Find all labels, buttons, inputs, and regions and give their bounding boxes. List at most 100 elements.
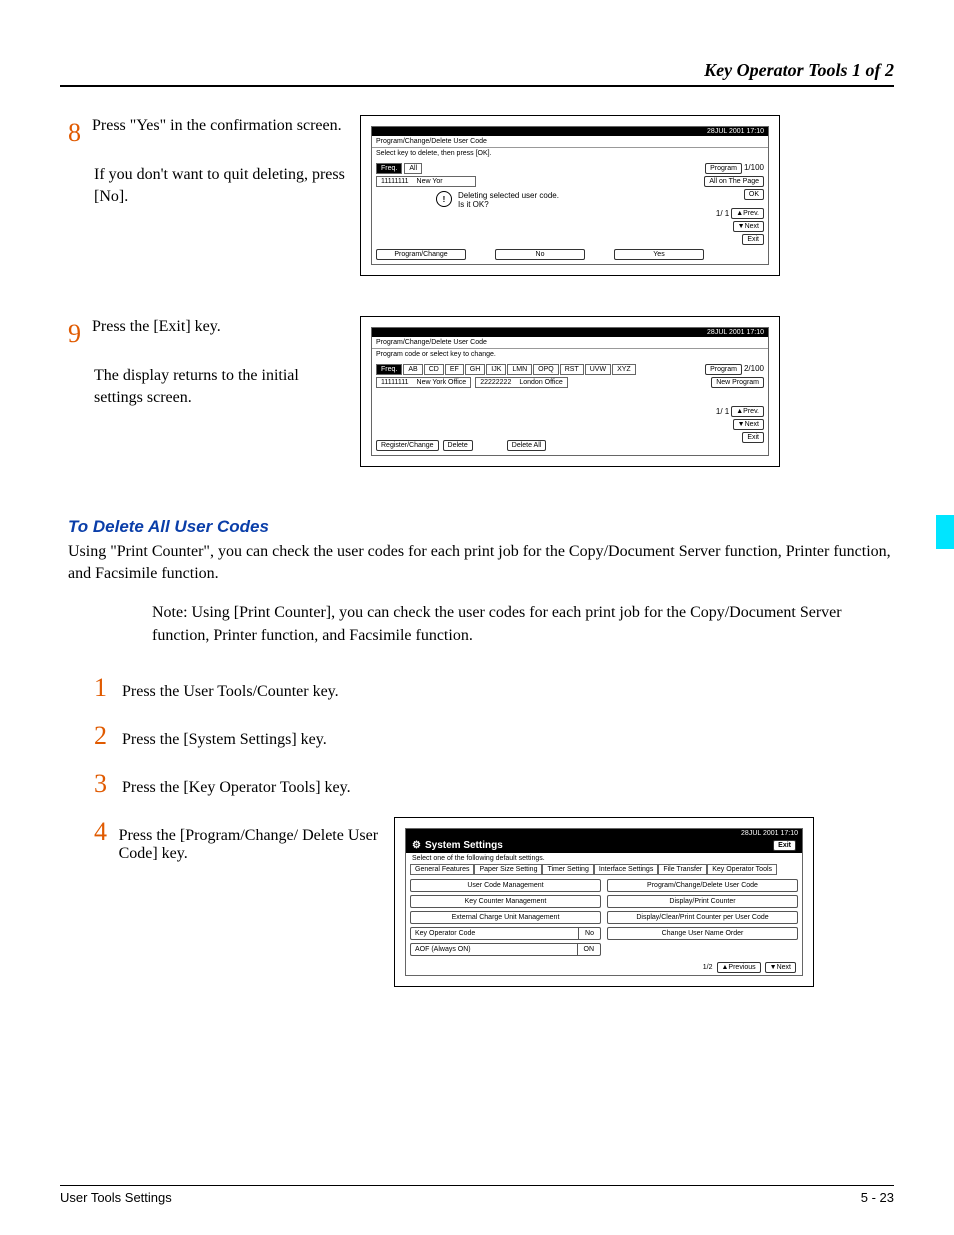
step-number: 2 (94, 721, 114, 751)
delete-all-button[interactable]: Delete All (507, 440, 547, 451)
user-code-mgmt-button[interactable]: User Code Management (410, 879, 601, 892)
step-3: 3 Press the [Key Operator Tools] key. (94, 769, 894, 799)
tab-paper[interactable]: Paper Size Setting (474, 864, 542, 875)
tab-freq[interactable]: Freq. (376, 364, 402, 375)
step-number: 1 (94, 673, 114, 703)
info-icon: ! (436, 191, 452, 207)
prev-button[interactable]: ▲Prev. (731, 208, 764, 219)
tab-xyz[interactable]: XYZ (612, 364, 636, 375)
tab-rst[interactable]: RST (560, 364, 584, 375)
change-user-name-order-button[interactable]: Change User Name Order (607, 927, 798, 940)
tab-lmn[interactable]: LMN (507, 364, 532, 375)
ui-timestamp: 28JUL 2001 17:10 (707, 128, 764, 135)
window-title: System Settings (425, 840, 503, 851)
prog-change-delete-button[interactable]: Program/Change/Delete User Code (607, 879, 798, 892)
list-item[interactable]: 22222222London Office (475, 377, 568, 388)
ui-timestamp: 28JUL 2001 17:10 (707, 329, 764, 336)
tab-interface[interactable]: Interface Settings (594, 864, 658, 875)
section-note: Note: Using [Print Counter], you can che… (152, 602, 854, 647)
aof-button[interactable]: AOF (Always ON) (410, 943, 578, 956)
step-text: Press "Yes" in the confirmation screen. (92, 117, 342, 134)
step-text: Press the [Program/Change/ Delete User C… (111, 827, 394, 863)
step-number: 4 (94, 817, 111, 847)
key-counter-mgmt-button[interactable]: Key Counter Management (410, 895, 601, 908)
display-clear-print-button[interactable]: Display/Clear/Print Counter per User Cod… (607, 911, 798, 924)
confirm-msg-1: Deleting selected user code. (458, 191, 559, 200)
screenshot-step-8: 28JUL 2001 17:10 Program/Change/Delete U… (360, 115, 780, 276)
ui-timestamp: 28JUL 2001 17:10 (741, 830, 798, 837)
step-number: 3 (94, 769, 114, 799)
step-text: Press the [System Settings] key. (114, 731, 327, 749)
ui-subcaption: Program code or select key to change. (372, 348, 768, 360)
row-code: 11111111 (381, 178, 409, 185)
exit-button[interactable]: Exit (773, 840, 796, 851)
step-text: Press the [Exit] key. (92, 318, 221, 335)
exit-button[interactable]: Exit (742, 234, 764, 245)
step-2: 2 Press the [System Settings] key. (94, 721, 894, 751)
tab-ijk[interactable]: IJK (486, 364, 506, 375)
next-button[interactable]: ▼Next (733, 221, 764, 232)
page-header: Key Operator Tools 1 of 2 (60, 60, 894, 87)
section-paragraph: Using "Print Counter", you can check the… (68, 541, 894, 584)
tab-cd[interactable]: CD (424, 364, 444, 375)
tab-filetransfer[interactable]: File Transfer (658, 864, 707, 875)
tab-ef[interactable]: EF (445, 364, 464, 375)
program-label: Program (705, 364, 742, 375)
page-indicator: 1/100 (744, 163, 764, 174)
step-number: 9 (68, 316, 88, 351)
tab-all[interactable]: All (404, 163, 422, 174)
next-button[interactable]: ▼Next (765, 962, 796, 973)
all-on-page-button[interactable]: All on The Page (704, 176, 764, 187)
ext-charge-mgmt-button[interactable]: External Charge Unit Management (410, 911, 601, 924)
step-subtext: If you don't want to quit deleting, pres… (94, 164, 350, 207)
program-label: Program (705, 163, 742, 174)
tab-general[interactable]: General Features (410, 864, 474, 875)
list-item[interactable]: 11111111New York Office (376, 377, 471, 388)
step-8: 8 Press "Yes" in the confirmation screen… (60, 115, 894, 276)
page-1-1: 1/ 1 (716, 209, 729, 218)
tab-freq[interactable]: Freq. (376, 163, 402, 174)
ui-caption: Program/Change/Delete User Code (372, 337, 768, 348)
no-button[interactable]: No (495, 249, 585, 260)
page-content: Key Operator Tools 1 of 2 8 Press "Yes" … (0, 0, 954, 1235)
tab-timer[interactable]: Timer Setting (542, 864, 593, 875)
display-print-counter-button[interactable]: Display/Print Counter (607, 895, 798, 908)
footer-right: 5 - 23 (861, 1190, 894, 1205)
tab-opq[interactable]: OPQ (533, 364, 559, 375)
step-4: 4 Press the [Program/Change/ Delete User… (94, 817, 894, 987)
prev-button[interactable]: ▲Previous (717, 962, 761, 973)
screenshot-step-9: 28JUL 2001 17:10 Program/Change/Delete U… (360, 316, 780, 467)
exit-button[interactable]: Exit (742, 432, 764, 443)
step-number: 8 (68, 115, 88, 150)
step-text: Press the User Tools/Counter key. (114, 683, 339, 701)
prev-button[interactable]: ▲Prev. (731, 406, 764, 417)
page-indicator: 1/2 (703, 964, 713, 971)
tab-gh[interactable]: GH (465, 364, 486, 375)
key-operator-code-button[interactable]: Key Operator Code (410, 927, 579, 940)
program-change-button[interactable]: Program/Change (376, 249, 466, 260)
yes-button[interactable]: Yes (614, 249, 704, 260)
ui-subcaption: Select key to delete, then press [OK]. (372, 147, 768, 159)
page-1-1: 1/ 1 (716, 407, 729, 416)
tab-ab[interactable]: AB (403, 364, 422, 375)
aof-value: ON (578, 943, 602, 956)
confirm-msg-2: Is it OK? (458, 200, 559, 209)
settings-icon: ⚙ (412, 840, 421, 851)
page-footer: User Tools Settings 5 - 23 (60, 1185, 894, 1205)
key-operator-code-value: No (579, 927, 601, 940)
step-subtext: The display returns to the initial setti… (94, 365, 350, 408)
tab-uvw[interactable]: UVW (585, 364, 611, 375)
section-heading: To Delete All User Codes (60, 517, 894, 537)
ui-caption: Program/Change/Delete User Code (372, 136, 768, 147)
next-button[interactable]: ▼Next (733, 419, 764, 430)
tab-keyoperator[interactable]: Key Operator Tools (707, 864, 777, 875)
delete-button[interactable]: Delete (443, 440, 473, 451)
step-1: 1 Press the User Tools/Counter key. (94, 673, 894, 703)
register-change-button[interactable]: Register/Change (376, 440, 439, 451)
ok-button[interactable]: OK (744, 189, 764, 200)
footer-left: User Tools Settings (60, 1190, 172, 1205)
window-subtitle: Select one of the following default sett… (406, 853, 802, 864)
screenshot-step-4: 28JUL 2001 17:10 ⚙ System Settings Exit S… (394, 817, 814, 987)
new-program-button[interactable]: New Program (711, 377, 764, 388)
page-indicator: 2/100 (744, 364, 764, 375)
